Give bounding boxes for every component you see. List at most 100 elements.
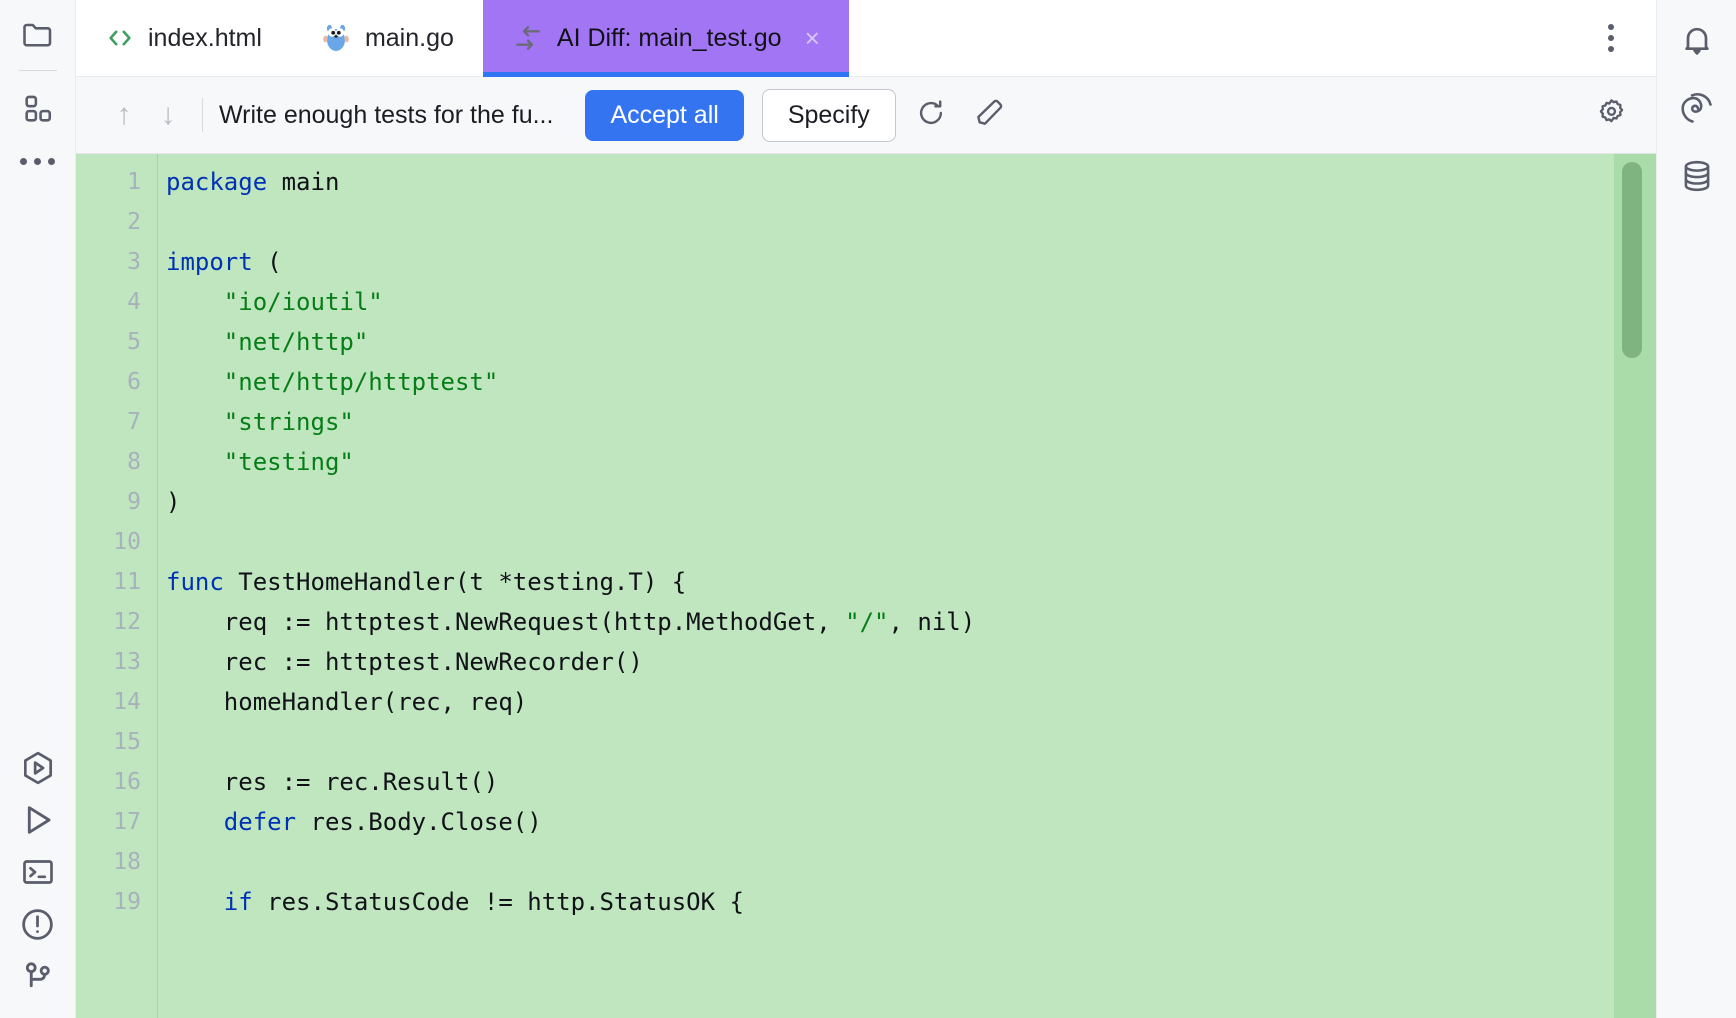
line-number: 13 — [76, 642, 141, 682]
exclamation-circle-icon — [19, 906, 56, 943]
code-line[interactable]: func TestHomeHandler(t *testing.T) { — [166, 562, 1614, 602]
tab-label: index.html — [148, 24, 262, 53]
regenerate-button[interactable] — [908, 92, 954, 138]
refresh-icon — [915, 97, 947, 134]
ai-prompt-text[interactable]: Write enough tests for the fu... — [219, 101, 553, 130]
spiral-icon — [1679, 90, 1715, 126]
code-line[interactable]: "testing" — [166, 442, 1614, 482]
scrollbar-thumb[interactable] — [1622, 162, 1642, 358]
more-dots-icon — [20, 158, 55, 165]
code-text — [166, 408, 224, 436]
code-text: main — [267, 168, 339, 196]
ai-diff-toolbar: ↑ ↓ Write enough tests for the fu... Acc… — [76, 77, 1656, 154]
code-line[interactable]: "io/ioutil" — [166, 282, 1614, 322]
sidebar-item-plugins[interactable] — [12, 83, 64, 135]
code-line[interactable]: "strings" — [166, 402, 1614, 442]
close-icon[interactable]: × — [805, 25, 820, 51]
database-icon — [1679, 158, 1715, 194]
ide-window: index.html — [0, 0, 1736, 1018]
editor-scrollbar-track[interactable] — [1614, 154, 1656, 1018]
code-text: ( — [253, 248, 282, 276]
line-number: 12 — [76, 602, 141, 642]
code-line[interactable]: "net/http" — [166, 322, 1614, 362]
previous-change-button[interactable]: ↑ — [102, 93, 146, 137]
bell-icon — [1679, 22, 1715, 58]
edit-prompt-button[interactable] — [966, 92, 1012, 138]
code-line[interactable]: rec := httptest.NewRecorder() — [166, 642, 1614, 682]
tab-main-go[interactable]: main.go — [291, 0, 483, 76]
terminal-icon — [20, 854, 56, 890]
sidebar-item-version-control[interactable] — [12, 950, 64, 1002]
code-text: res.Body.Close() — [296, 808, 542, 836]
diff-editor: 12345678910111213141516171819 package ma… — [76, 154, 1656, 1018]
hexagon-run-icon — [19, 749, 57, 787]
left-tool-rail — [0, 0, 76, 1018]
sidebar-item-run-configurations[interactable] — [12, 742, 64, 794]
tab-label: main.go — [365, 24, 454, 53]
line-number: 10 — [76, 522, 141, 562]
code-line[interactable] — [166, 202, 1614, 242]
ai-settings-button[interactable] — [1588, 92, 1634, 138]
line-number: 7 — [76, 402, 141, 442]
code-line[interactable] — [166, 842, 1614, 882]
code-text: ) — [166, 488, 180, 516]
tab-bar-actions — [1588, 0, 1656, 76]
code-text: rec := httptest.NewRecorder() — [166, 648, 643, 676]
code-line[interactable]: package main — [166, 162, 1614, 202]
more-options-icon[interactable] — [1588, 15, 1634, 61]
code-content[interactable]: package main import ( "io/ioutil" "net/h… — [158, 154, 1614, 1018]
code-text: req := httptest.NewRequest(http.MethodGe… — [166, 608, 845, 636]
rail-divider — [19, 70, 57, 71]
tab-ai-diff-main-test-go[interactable]: AI Diff: main_test.go × — [483, 0, 849, 76]
folder-icon — [20, 16, 56, 52]
pencil-icon — [973, 97, 1005, 134]
line-number: 3 — [76, 242, 141, 282]
code-text — [166, 368, 224, 396]
code-line[interactable]: defer res.Body.Close() — [166, 802, 1614, 842]
line-number: 17 — [76, 802, 141, 842]
code-text — [166, 448, 224, 476]
code-line[interactable]: if res.StatusCode != http.StatusOK { — [166, 882, 1614, 922]
code-line[interactable] — [166, 722, 1614, 762]
code-line[interactable]: req := httptest.NewRequest(http.MethodGe… — [166, 602, 1614, 642]
code-string: "net/http/httptest" — [224, 368, 499, 396]
specify-button[interactable]: Specify — [762, 89, 896, 142]
play-icon — [19, 801, 57, 839]
code-string: "strings" — [224, 408, 354, 436]
line-number: 15 — [76, 722, 141, 762]
go-gopher-icon — [320, 22, 352, 54]
html-tag-icon — [105, 23, 135, 53]
line-number: 5 — [76, 322, 141, 362]
code-line[interactable]: homeHandler(rec, req) — [166, 682, 1614, 722]
code-string: "net/http" — [224, 328, 369, 356]
code-line[interactable]: "net/http/httptest" — [166, 362, 1614, 402]
line-number: 18 — [76, 842, 141, 882]
code-keyword: import — [166, 248, 253, 276]
accept-all-button[interactable]: Accept all — [585, 90, 743, 141]
line-number: 19 — [76, 882, 141, 922]
tab-index-html[interactable]: index.html — [76, 0, 291, 76]
code-line[interactable]: res := rec.Result() — [166, 762, 1614, 802]
sidebar-item-notifications[interactable] — [1671, 14, 1723, 66]
sidebar-item-ai-assistant[interactable] — [1671, 82, 1723, 134]
sidebar-item-more[interactable] — [12, 135, 64, 187]
code-line[interactable]: import ( — [166, 242, 1614, 282]
line-number-gutter: 12345678910111213141516171819 — [76, 154, 158, 1018]
code-line[interactable] — [166, 522, 1614, 562]
sidebar-item-terminal[interactable] — [12, 846, 64, 898]
sidebar-item-project-folder[interactable] — [12, 8, 64, 60]
code-text: res.StatusCode != http.StatusOK { — [253, 888, 744, 916]
code-line[interactable]: ) — [166, 482, 1614, 522]
diff-arrows-icon — [512, 22, 544, 54]
next-change-button[interactable]: ↓ — [146, 93, 190, 137]
code-keyword: if — [224, 888, 253, 916]
sidebar-item-run[interactable] — [12, 794, 64, 846]
line-number: 2 — [76, 202, 141, 242]
gear-icon — [1595, 96, 1628, 134]
code-text — [166, 808, 224, 836]
sidebar-item-problems[interactable] — [12, 898, 64, 950]
line-number: 6 — [76, 362, 141, 402]
sidebar-item-database[interactable] — [1671, 150, 1723, 202]
code-keyword: package — [166, 168, 267, 196]
code-string: "io/ioutil" — [224, 288, 383, 316]
